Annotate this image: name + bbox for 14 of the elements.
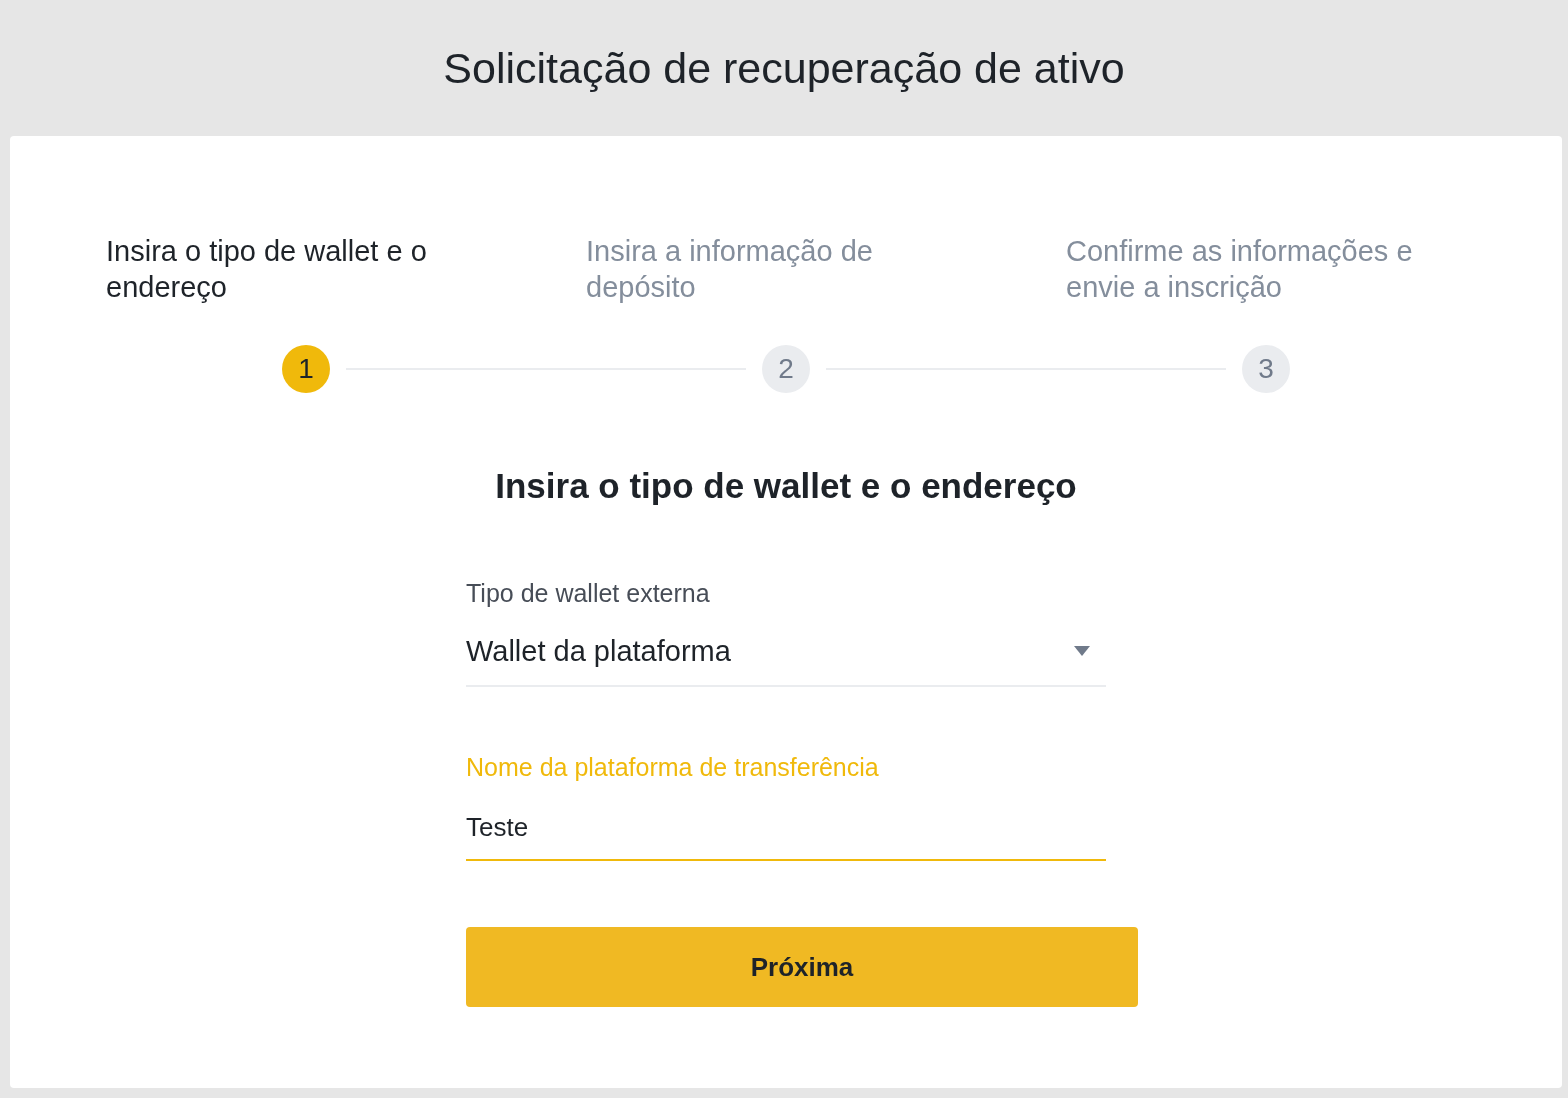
field-label: Tipo de wallet externa [466,578,711,609]
step-label: Confirme as informações e envie a inscrição [1065,234,1414,305]
caret-icon [1074,646,1090,656]
step-indicator: 3 [1242,345,1290,393]
form-heading: Insira o tipo de wallet e o endereço [494,465,1078,507]
field-label: Nome da plataforma de transferência [466,752,880,783]
step-indicator: 2 [762,345,810,393]
text-input[interactable]: Teste [466,795,1106,861]
step-label: Insira o tipo de wallet e o endereço [105,234,428,305]
dropdown-select[interactable]: Wallet da plataforma [466,617,1106,687]
step-indicator: 1 [282,345,330,393]
page-title: Solicitação de recuperação de ativo [443,43,1125,94]
step-label: Insira a informação de depósito [585,234,874,305]
next-button[interactable]: Próxima [466,927,1138,1007]
